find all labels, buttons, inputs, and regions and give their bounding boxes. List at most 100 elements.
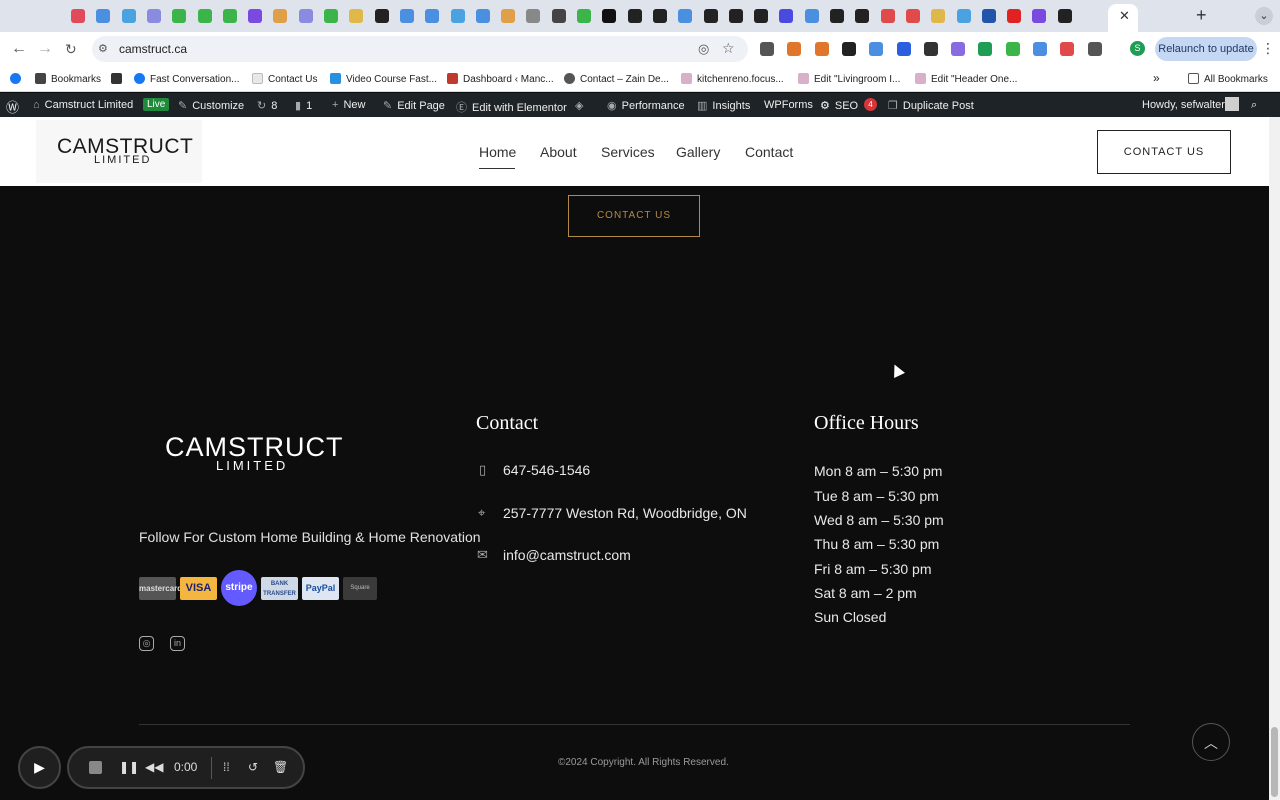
wp-edit-page[interactable]: ✎ Edit Page — [383, 99, 445, 112]
hero-contact-button[interactable]: CONTACT US — [568, 195, 700, 237]
tab-favicon[interactable] — [146, 9, 161, 23]
tab-favicon[interactable] — [501, 9, 516, 23]
bookmark-item[interactable]: Video Course Fast... — [330, 73, 437, 85]
extension-icon[interactable] — [1060, 42, 1075, 56]
new-tab-icon[interactable]: + — [1196, 5, 1207, 26]
bookmark-item[interactable]: Contact Us — [252, 73, 317, 85]
nav-services[interactable]: Services — [601, 144, 655, 160]
wp-new[interactable]: + New — [332, 99, 365, 111]
tab-favicon[interactable] — [425, 9, 440, 23]
profile-avatar[interactable]: S — [1130, 41, 1145, 56]
extension-icon[interactable] — [923, 42, 938, 56]
more-bookmarks-icon[interactable]: » — [1153, 71, 1160, 85]
instagram-icon[interactable]: ◎ — [139, 636, 154, 651]
tab-favicon[interactable] — [298, 9, 313, 23]
wp-updates[interactable]: ↻ 8 — [257, 99, 277, 112]
tab-favicon[interactable] — [981, 9, 996, 23]
tab-favicon[interactable] — [450, 9, 465, 23]
wp-customize[interactable]: ✎ Customize — [178, 99, 244, 112]
tab-favicon[interactable] — [1057, 9, 1072, 23]
tab-favicon[interactable] — [1032, 9, 1047, 23]
wordpress-logo-icon[interactable]: Ⓦ — [6, 97, 19, 116]
tab-favicon[interactable] — [956, 9, 971, 23]
bookmark-item[interactable]: kitchenreno.focus... — [681, 73, 784, 85]
nav-contact[interactable]: Contact — [745, 144, 793, 160]
contact-address[interactable]: 257-7777 Weston Rd, Woodbridge, ON — [503, 505, 747, 521]
tab-favicon[interactable] — [121, 9, 136, 23]
bookmark-item[interactable]: Dashboard ‹ Manc... — [447, 73, 554, 85]
bookmark-item[interactable]: Edit "Livingroom I... — [798, 73, 900, 85]
tab-favicon[interactable] — [652, 9, 667, 23]
extension-icon[interactable] — [787, 42, 802, 56]
wp-elementor[interactable]: Ⓔ Edit with Elementor — [456, 99, 567, 115]
tab-favicon[interactable] — [248, 9, 263, 23]
url-text[interactable]: camstruct.ca — [119, 42, 187, 56]
restart-icon[interactable]: ↺ — [248, 760, 258, 774]
address-bar[interactable] — [92, 36, 748, 62]
tab-favicon[interactable] — [728, 9, 743, 23]
tab-favicon[interactable] — [905, 9, 920, 23]
wp-seo[interactable]: ⚙ SEO — [820, 99, 858, 112]
stop-recording-button[interactable] — [89, 761, 102, 774]
bookmark-item[interactable] — [111, 73, 127, 85]
tab-favicon[interactable] — [551, 9, 566, 23]
bookmark-item[interactable]: Edit "Header One... — [915, 73, 1017, 85]
wp-comments[interactable]: ▮ 1 — [295, 99, 312, 112]
contact-email[interactable]: info@camstruct.com — [503, 547, 631, 563]
tab-favicon[interactable] — [804, 9, 819, 23]
contact-phone[interactable]: 647-546-1546 — [503, 462, 590, 478]
bookmark-facebook-icon[interactable] — [10, 73, 26, 85]
tab-favicon[interactable] — [374, 9, 389, 23]
tab-favicon[interactable] — [399, 9, 414, 23]
wp-insights[interactable]: ▥ Insights — [697, 99, 750, 112]
tab-favicon[interactable] — [855, 9, 870, 23]
extension-icon[interactable] — [869, 42, 884, 56]
wp-duplicate-post[interactable]: ❐ Duplicate Post — [888, 99, 974, 112]
bookmark-item[interactable]: Bookmarks — [35, 73, 101, 85]
tab-search-icon[interactable]: ⌄ — [1255, 7, 1273, 25]
tab-favicon[interactable] — [627, 9, 642, 23]
tab-favicon[interactable] — [324, 9, 338, 23]
pause-icon[interactable]: ❚❚ — [119, 760, 139, 774]
tab-favicon[interactable] — [475, 9, 490, 23]
wp-performance[interactable]: ◉ Performance — [607, 99, 685, 112]
linkedin-icon[interactable]: in — [170, 636, 185, 651]
back-icon[interactable]: ← — [11, 40, 27, 58]
bookmark-item[interactable]: Contact – Zain De... — [564, 73, 669, 85]
nav-home[interactable]: Home — [479, 144, 516, 160]
header-contact-button[interactable]: CONTACT US — [1097, 130, 1231, 174]
tab-favicon[interactable] — [222, 9, 237, 23]
tab-favicon[interactable] — [197, 9, 212, 23]
reload-icon[interactable]: ↻ — [65, 41, 77, 58]
tab-favicon[interactable] — [96, 9, 111, 23]
extension-icon[interactable] — [841, 42, 856, 56]
search-icon[interactable]: ⌕ — [1251, 99, 1257, 112]
scrollbar-track[interactable] — [1269, 117, 1280, 800]
scroll-to-top-button[interactable]: ︿ — [1192, 723, 1230, 761]
diamond-icon[interactable]: ◈ — [575, 99, 588, 112]
relaunch-button[interactable]: Relaunch to update — [1155, 37, 1257, 61]
tab-favicon[interactable] — [526, 9, 541, 23]
tab-favicon[interactable] — [931, 9, 946, 23]
tab-favicon[interactable] — [602, 9, 617, 23]
tab-favicon[interactable] — [880, 9, 895, 23]
wp-wpforms[interactable]: WPForms — [764, 99, 813, 111]
extension-icon[interactable] — [978, 42, 993, 56]
extension-icon[interactable] — [1033, 42, 1047, 56]
nav-gallery[interactable]: Gallery — [676, 144, 720, 160]
rewind-icon[interactable]: ◀◀ — [145, 760, 163, 774]
menu-kebab-icon[interactable]: ⋮ — [1261, 40, 1275, 57]
tab-favicon[interactable] — [349, 9, 364, 23]
all-bookmarks-folder[interactable]: All Bookmarks — [1188, 73, 1268, 85]
tab-favicon[interactable] — [273, 9, 288, 23]
eye-slash-icon[interactable]: ◎ — [698, 41, 709, 57]
tab-favicon[interactable] — [71, 9, 85, 23]
tab-favicon[interactable] — [1007, 9, 1022, 23]
nav-about[interactable]: About — [540, 144, 577, 160]
grid-icon[interactable]: ⁞⁞ — [223, 760, 230, 774]
tab-favicon[interactable] — [754, 9, 769, 23]
wp-site-name[interactable]: ⌂ Camstruct Limited — [33, 99, 133, 111]
tab-favicon[interactable] — [577, 9, 591, 23]
forward-icon[interactable]: → — [37, 40, 53, 58]
extension-icon[interactable] — [760, 42, 774, 56]
